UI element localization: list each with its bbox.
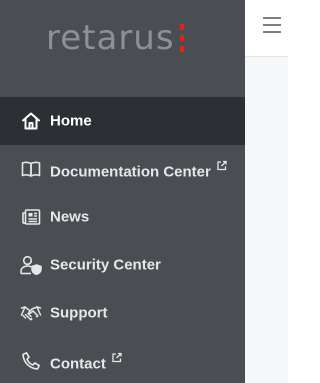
book-icon: [20, 158, 42, 180]
top-bar: [245, 0, 288, 57]
sidebar-item-label: Security Center: [50, 256, 161, 274]
external-link-icon: [217, 158, 227, 175]
sidebar-item-support[interactable]: Support: [0, 289, 245, 337]
sidebar-item-label: Home: [50, 112, 92, 130]
newspaper-icon: [20, 206, 42, 228]
sidebar: retarus Home Documentation Center News S…: [0, 0, 245, 383]
phone-icon: [20, 350, 42, 372]
sidebar-item-home[interactable]: Home: [0, 97, 245, 145]
main-content: [245, 57, 288, 383]
hamburger-menu-icon[interactable]: [263, 17, 281, 33]
external-link-icon: [112, 350, 122, 367]
sidebar-item-label: News: [50, 208, 90, 226]
sidebar-nav: Home Documentation Center News Security …: [0, 97, 245, 383]
logo-dots: [179, 24, 184, 52]
sidebar-item-label: Support: [50, 304, 108, 322]
handshake-icon: [20, 302, 42, 324]
sidebar-item-label: Contact: [50, 350, 122, 373]
user-shield-icon: [20, 254, 42, 276]
sidebar-item-security-center[interactable]: Security Center: [0, 241, 245, 289]
logo-text: retarus: [46, 18, 175, 58]
contact-text: Contact: [50, 355, 106, 373]
sidebar-item-news[interactable]: News: [0, 193, 245, 241]
retarus-logo[interactable]: retarus: [46, 18, 184, 58]
home-icon: [20, 110, 42, 132]
app-root: retarus Home Documentation Center News S…: [0, 0, 288, 383]
sidebar-item-contact[interactable]: Contact: [0, 337, 245, 383]
documentation-center-text: Documentation Center: [50, 163, 211, 181]
sidebar-item-label: Documentation Center: [50, 158, 227, 181]
sidebar-item-documentation-center[interactable]: Documentation Center: [0, 145, 245, 193]
